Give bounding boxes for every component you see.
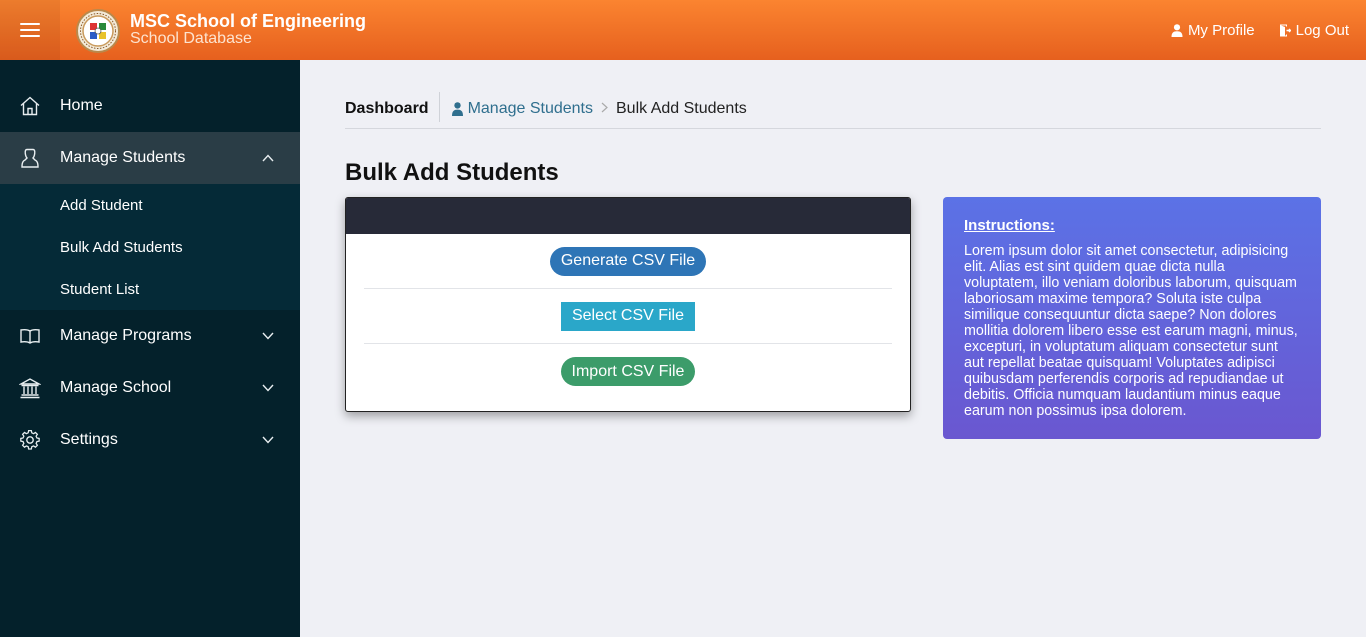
sidebar-item-manage-students[interactable]: Manage Students [0,132,300,184]
card-header [346,198,910,234]
school-name: MSC School of Engineering [130,11,367,31]
user-icon [1171,23,1183,37]
school-logo [76,9,120,53]
log-out-link[interactable]: Log Out [1279,22,1349,39]
chevron-down-icon [262,384,274,392]
chevron-up-icon [262,154,274,162]
manage-students-submenu: Add Student Bulk Add Students Student Li… [0,184,300,310]
page-title: Bulk Add Students [345,159,559,186]
sidebar-item-manage-programs[interactable]: Manage Programs [0,310,300,362]
home-icon [20,96,40,116]
select-csv-button[interactable]: Select CSV File [560,301,696,331]
sidebar-item-label: Manage Programs [60,327,192,344]
sidebar-subitem-add-student[interactable]: Add Student [0,184,300,226]
import-csv-button[interactable]: Import CSV File [560,357,696,386]
card-row: Generate CSV File [364,234,892,289]
chevron-down-icon [262,436,274,444]
sidebar-item-label: Manage School [60,379,172,396]
school-subtitle: School Database [130,30,252,47]
hamburger-icon [20,23,40,37]
chevron-down-icon [262,332,274,340]
breadcrumb-manage-students[interactable]: Manage Students [440,92,593,118]
bank-icon [19,378,41,399]
chevron-right-icon [593,92,616,116]
breadcrumb-dashboard[interactable]: Dashboard [345,92,440,122]
sidebar-subitem-student-list[interactable]: Student List [0,268,300,310]
my-profile-link[interactable]: My Profile [1171,22,1255,39]
sidebar: Home Manage Students Add Student Bulk Ad… [0,60,300,637]
top-bar: MSC School of Engineering School Databas… [0,0,1366,60]
breadcrumb-current: Bulk Add Students [616,100,747,117]
csv-actions-card: Generate CSV File Select CSV File Import… [345,197,911,412]
sidebar-item-settings[interactable]: Settings [0,414,300,466]
card-row: Import CSV File [364,344,892,399]
card-row: Select CSV File [364,289,892,344]
sidebar-item-label: Manage Students [60,149,186,166]
sidebar-item-label: Settings [60,431,118,448]
instructions-panel: Instructions: Lorem ipsum dolor sit amet… [943,197,1321,439]
breadcrumb-manage-students-label: Manage Students [467,100,593,117]
user-icon [21,148,39,168]
sidebar-item-home[interactable]: Home [0,80,300,132]
breadcrumb: Dashboard Manage Students Bulk Add Stude… [345,92,1321,129]
book-icon [20,329,40,344]
menu-toggle-button[interactable] [0,0,60,60]
instructions-text: Lorem ipsum dolor sit amet consectetur, … [964,243,1298,419]
user-icon [451,102,463,116]
instructions-title: Instructions: [964,217,1055,234]
sidebar-item-manage-school[interactable]: Manage School [0,362,300,414]
generate-csv-button[interactable]: Generate CSV File [549,246,707,276]
sidebar-subitem-bulk-add-students[interactable]: Bulk Add Students [0,226,300,268]
door-icon [1279,24,1291,36]
log-out-label: Log Out [1295,21,1349,39]
gear-icon [20,429,40,450]
my-profile-label: My Profile [1187,21,1255,39]
sidebar-item-label: Home [60,97,103,114]
